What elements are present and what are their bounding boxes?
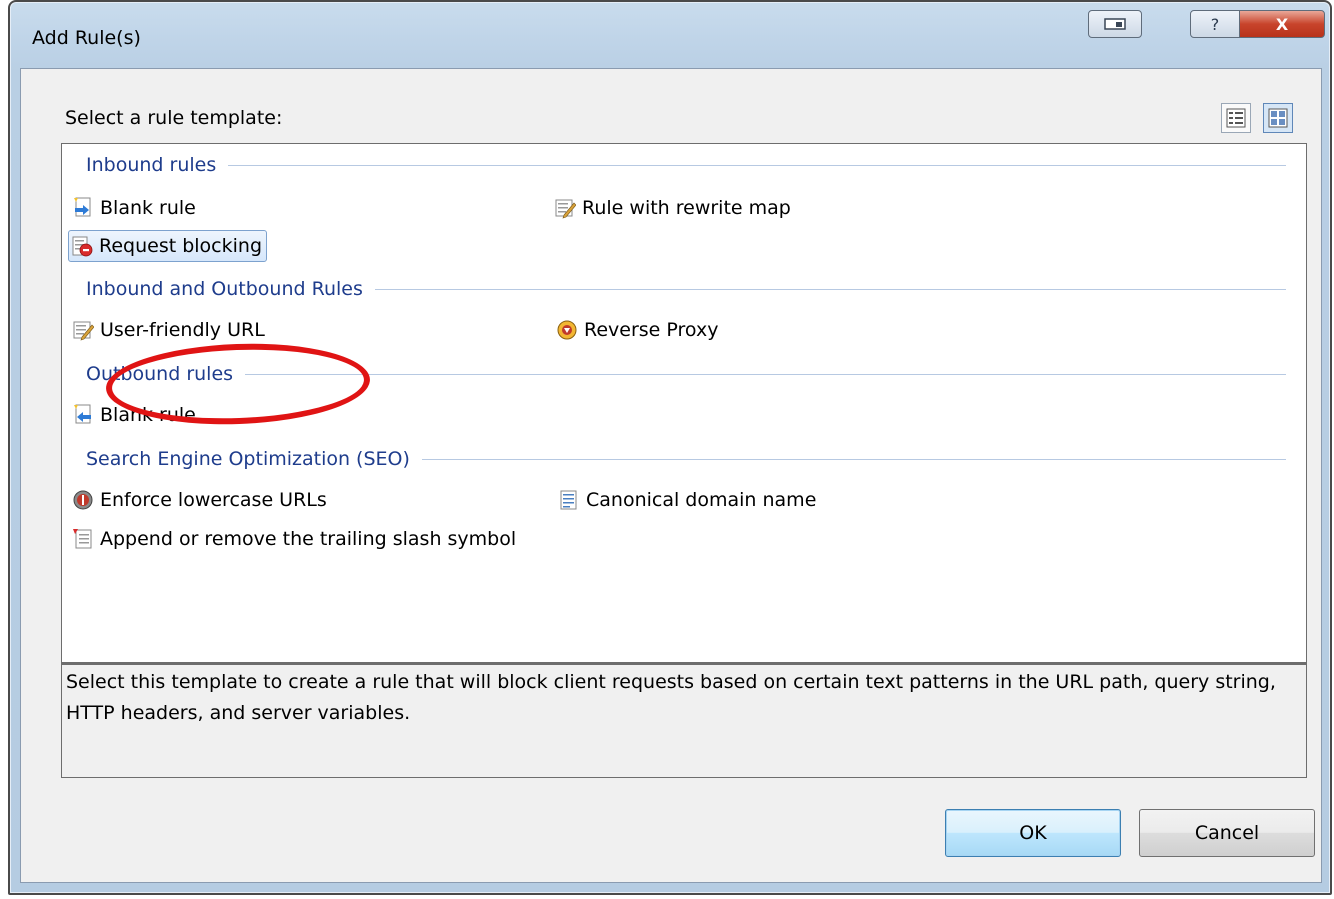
restore-icon <box>1104 18 1126 30</box>
group-header-text: Inbound and Outbound Rules <box>86 278 363 300</box>
template-label: User-friendly URL <box>100 319 265 341</box>
ok-button[interactable]: OK <box>945 809 1121 857</box>
template-label: Reverse Proxy <box>584 319 719 341</box>
group-header-inbound: Inbound rules <box>86 152 1286 178</box>
template-canonical-domain-name[interactable]: Canonical domain name <box>558 484 816 516</box>
group-header-inbound-outbound: Inbound and Outbound Rules <box>86 276 1286 302</box>
details-view-icon <box>1226 108 1246 128</box>
close-button[interactable]: X <box>1239 10 1325 38</box>
title-bar[interactable]: Add Rule(s) ? X <box>10 2 1330 64</box>
tiles-view-button[interactable] <box>1263 103 1293 133</box>
template-label: Enforce lowercase URLs <box>100 489 327 511</box>
canonical-domain-icon <box>560 490 577 510</box>
add-rules-dialog: Add Rule(s) ? X Select a rule template: <box>8 0 1332 895</box>
template-label: Blank rule <box>100 404 196 426</box>
template-request-blocking[interactable]: Request blocking <box>68 230 268 262</box>
template-enforce-lowercase-urls[interactable]: Enforce lowercase URLs <box>72 484 327 516</box>
group-divider <box>374 288 1286 290</box>
template-trailing-slash[interactable]: Append or remove the trailing slash symb… <box>72 523 516 555</box>
template-outbound-blank-rule[interactable]: Blank rule <box>72 399 196 431</box>
rewrite-map-icon <box>555 199 576 219</box>
cancel-button[interactable]: Cancel <box>1139 809 1315 857</box>
template-label: Canonical domain name <box>586 489 817 511</box>
reverse-proxy-icon <box>557 320 577 340</box>
window-title: Add Rule(s) <box>32 27 141 49</box>
template-label: Append or remove the trailing slash symb… <box>100 528 517 550</box>
group-divider <box>228 164 1286 166</box>
template-label: Blank rule <box>100 197 196 219</box>
template-rule-with-rewrite-map[interactable]: Rule with rewrite map <box>554 192 791 224</box>
details-view-button[interactable] <box>1221 103 1251 133</box>
tiles-view-icon <box>1268 108 1288 128</box>
select-template-label: Select a rule template: <box>65 107 283 129</box>
group-header-text: Outbound rules <box>86 363 234 385</box>
group-header-text: Inbound rules <box>86 154 217 176</box>
template-label: Rule with rewrite map <box>582 197 791 219</box>
blank-rule-inbound-icon <box>74 197 91 217</box>
user-friendly-url-icon <box>73 321 94 341</box>
group-divider <box>245 373 1286 375</box>
template-description: Select this template to create a rule th… <box>61 663 1307 778</box>
group-header-text: Search Engine Optimization (SEO) <box>86 448 410 470</box>
template-inbound-blank-rule[interactable]: Blank rule <box>72 192 196 224</box>
rule-template-list[interactable]: Inbound rules Blank rule Rule with rewri… <box>61 143 1307 663</box>
trailing-slash-icon <box>73 529 92 549</box>
help-icon: ? <box>1210 14 1220 34</box>
dialog-client-area: Select a rule template: Inbound rules Bl… <box>20 68 1322 883</box>
blank-rule-outbound-icon <box>74 404 91 424</box>
template-user-friendly-url[interactable]: User-friendly URL <box>72 314 265 346</box>
group-divider <box>421 458 1286 460</box>
request-blocking-icon <box>72 236 93 257</box>
template-label: Request blocking <box>99 235 263 257</box>
template-reverse-proxy[interactable]: Reverse Proxy <box>556 314 718 346</box>
restore-button[interactable] <box>1088 10 1142 38</box>
group-header-seo: Search Engine Optimization (SEO) <box>86 446 1286 472</box>
close-icon: X <box>1275 14 1289 34</box>
group-header-outbound: Outbound rules <box>86 361 1286 387</box>
help-button[interactable]: ? <box>1190 10 1240 38</box>
enforce-lowercase-icon <box>73 490 93 510</box>
